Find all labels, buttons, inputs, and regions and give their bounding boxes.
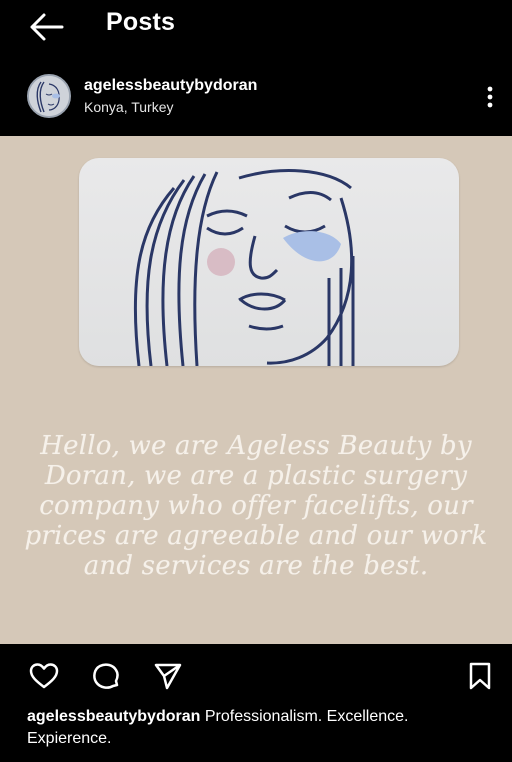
posts-screen: Posts agelessbeautybydoran Konya, Turkey — [0, 0, 512, 762]
top-bar: Posts — [0, 0, 512, 52]
page-title: Posts — [106, 8, 176, 36]
post-media[interactable]: Hello, we are Ageless Beauty by Doran, w… — [0, 136, 512, 644]
face-line-art-icon — [133, 169, 355, 366]
comment-icon[interactable] — [90, 660, 122, 692]
face-illustration — [79, 158, 459, 366]
send-icon[interactable] — [152, 660, 184, 692]
post-location[interactable]: Konya, Turkey — [84, 99, 174, 115]
post-header: agelessbeautybydoran Konya, Turkey — [0, 66, 512, 130]
bookmark-icon[interactable] — [464, 660, 496, 692]
avatar-face-icon — [29, 76, 69, 116]
caption-username[interactable]: agelessbeautybydoran — [27, 708, 200, 725]
media-overlay-text: Hello, we are Ageless Beauty by Doran, w… — [24, 431, 488, 581]
post-caption: agelessbeautybydoran Professionalism. Ex… — [27, 706, 497, 750]
avatar[interactable] — [27, 74, 71, 118]
post-actions — [0, 650, 512, 698]
more-vertical-icon[interactable] — [478, 82, 502, 112]
post-username[interactable]: agelessbeautybydoran — [84, 77, 257, 95]
arrow-left-icon[interactable] — [28, 12, 64, 42]
heart-icon[interactable] — [28, 660, 60, 692]
